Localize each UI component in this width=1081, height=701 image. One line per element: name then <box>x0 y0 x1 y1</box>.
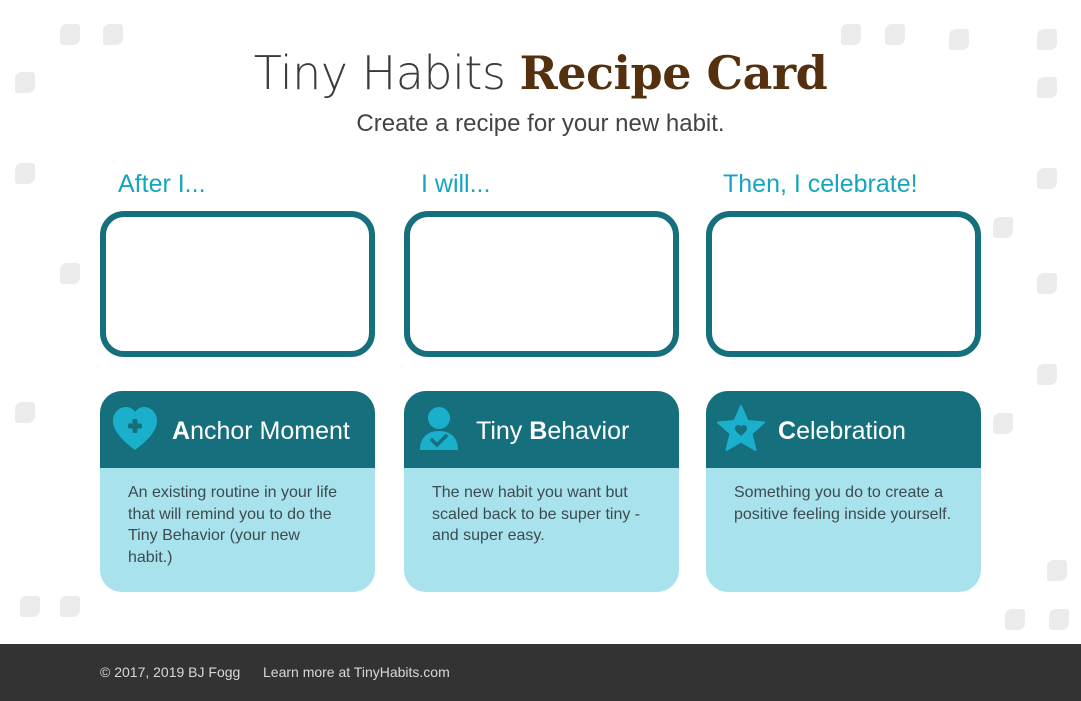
learn-more-link[interactable]: Learn more at TinyHabits.com <box>263 664 450 680</box>
card-title: Tiny Behavior <box>476 417 630 445</box>
card-title: Anchor Moment <box>172 417 350 445</box>
card-title: Celebration <box>778 417 906 445</box>
decor-square <box>1037 364 1057 385</box>
card-header: Tiny Behavior <box>404 391 679 468</box>
decor-square <box>1047 560 1067 581</box>
anchor-moment-card: Anchor Moment An existing routine in you… <box>100 391 375 592</box>
star-heart-icon <box>717 405 765 451</box>
after-i-label: After I... <box>118 170 206 198</box>
decor-square <box>993 413 1013 434</box>
card-header: Anchor Moment <box>100 391 375 468</box>
decor-square <box>15 402 35 423</box>
page-title: Tiny Habits Recipe Card <box>0 40 1081 105</box>
behavior-input-box[interactable] <box>404 211 679 357</box>
celebration-card: Celebration Something you do to create a… <box>706 391 981 592</box>
page-title-light: Tiny Habits <box>253 46 520 100</box>
then-celebrate-label: Then, I celebrate! <box>723 170 918 198</box>
decor-square <box>1037 168 1057 189</box>
card-description: An existing routine in your life that wi… <box>128 484 337 566</box>
decor-square <box>20 596 40 617</box>
decor-square <box>1037 273 1057 294</box>
page-title-bold: Recipe Card <box>519 46 828 100</box>
anchor-input-box[interactable] <box>100 211 375 357</box>
decor-square <box>15 163 35 184</box>
decor-square <box>60 263 80 284</box>
decor-square <box>993 217 1013 238</box>
decor-square <box>1005 609 1025 630</box>
card-header: Celebration <box>706 391 981 468</box>
person-check-icon <box>420 407 458 450</box>
tiny-behavior-card: Tiny Behavior The new habit you want but… <box>404 391 679 592</box>
copyright-text: © 2017, 2019 BJ Fogg <box>100 664 241 680</box>
decor-square <box>60 596 80 617</box>
footer: © 2017, 2019 BJ Fogg Learn more at TinyH… <box>0 644 1081 701</box>
heart-plus-icon <box>113 407 157 450</box>
celebration-input-box[interactable] <box>706 211 981 357</box>
page-subtitle: Create a recipe for your new habit. <box>356 110 725 137</box>
card-description: The new habit you want but scaled back t… <box>432 484 641 544</box>
decor-square <box>1049 609 1069 630</box>
i-will-label: I will... <box>421 170 491 198</box>
card-description: Something you do to create a positive fe… <box>734 484 952 523</box>
